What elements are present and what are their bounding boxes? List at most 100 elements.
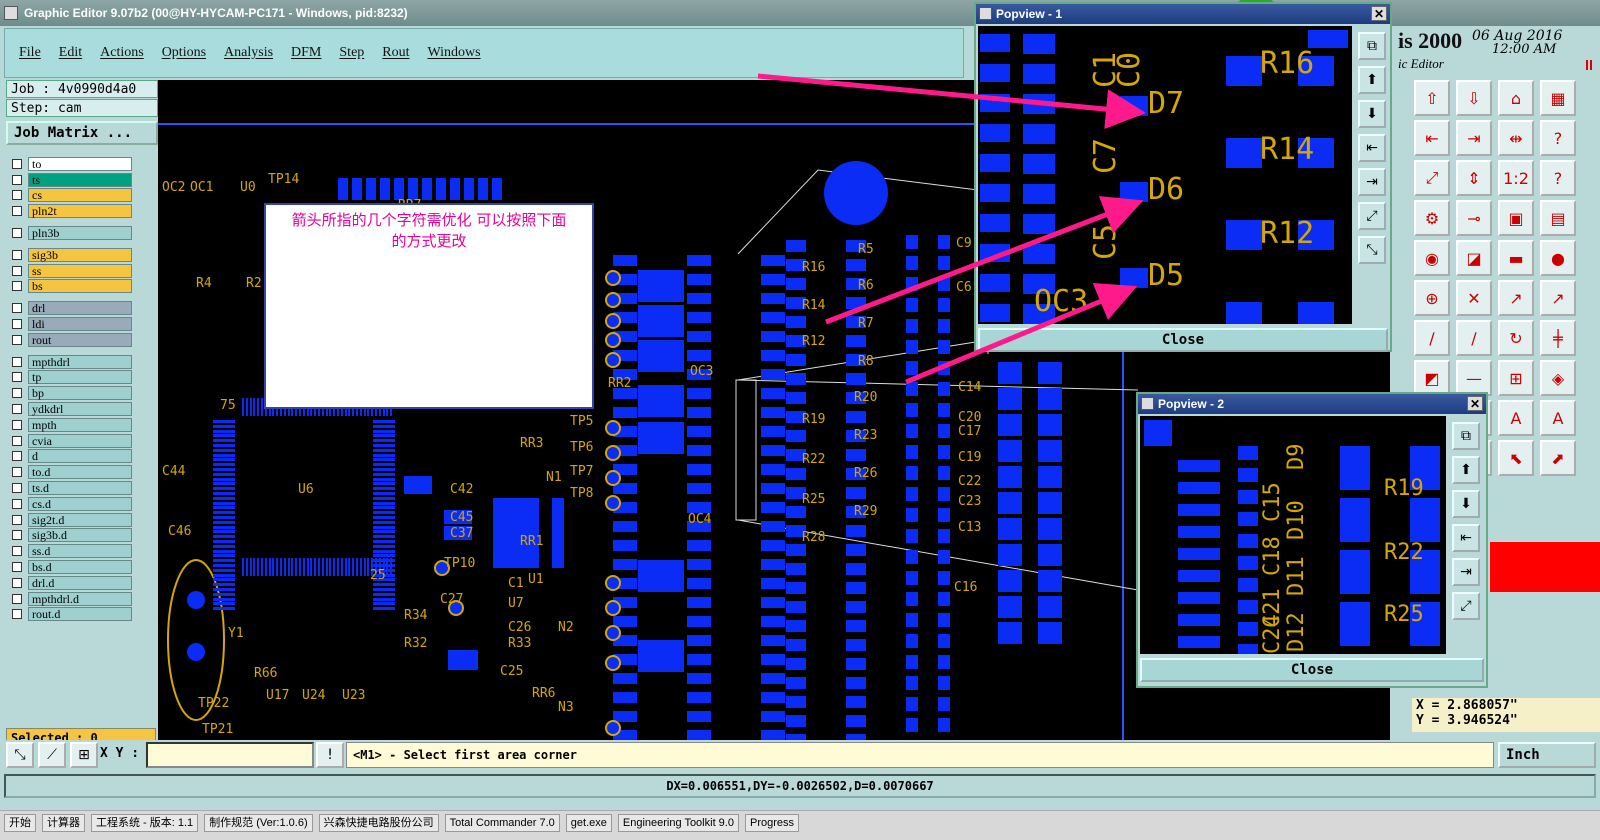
layer-row[interactable]: ts [10,172,132,188]
layer-row[interactable]: tp [10,370,132,386]
tool-icon[interactable]: ⊸ [1456,200,1492,236]
layer-row[interactable]: ss.d [10,543,132,559]
close-icon[interactable]: ✕ [1467,396,1483,411]
layer-row[interactable]: bp [10,385,132,401]
tool-icon[interactable]: ⌂ [1498,80,1534,116]
taskbar-item[interactable]: 工程系统 - 版本: 1.1 [91,814,199,832]
tool-icon[interactable]: ⇩ [1456,80,1492,116]
layer-checkbox[interactable] [12,530,22,541]
taskbar-item[interactable]: 计算器 [42,814,85,832]
layer-row[interactable]: rout [10,332,132,348]
layer-checkbox[interactable] [12,467,22,478]
tool-icon[interactable]: ◈ [1540,360,1576,396]
tool-icon[interactable]: ◩ [1414,360,1450,396]
tool-icon[interactable]: ⇧ [1414,80,1450,116]
layer-row[interactable]: pln3b [10,225,132,241]
tool-icon[interactable]: ▦ [1540,80,1576,116]
taskbar-item[interactable]: 兴森快捷电路股份公司 [318,814,439,832]
layer-checkbox[interactable] [12,404,22,415]
layer-checkbox[interactable] [12,174,22,185]
popview-tool-icon[interactable]: ⬇ [1452,490,1480,518]
tool-icon[interactable]: ▬ [1498,240,1534,276]
layer-checkbox[interactable] [12,609,22,620]
popview-tool-icon[interactable]: ⧉ [1358,32,1386,60]
tool-icon[interactable]: ◉ [1414,240,1450,276]
layer-row[interactable]: drl.d [10,575,132,591]
layer-checkbox[interactable] [12,435,22,446]
close-icon[interactable]: ✕ [1371,6,1387,21]
tool-icon[interactable]: ● [1540,240,1576,276]
layer-row[interactable]: drl [10,300,132,316]
layer-checkbox[interactable] [12,483,22,494]
layer-checkbox[interactable] [12,356,22,367]
tool-icon[interactable]: ∕ [1456,320,1492,356]
popview-tool-icon[interactable]: ⬇ [1358,100,1386,128]
layer-row[interactable]: cs.d [10,496,132,512]
popview-tool-icon[interactable]: ⇥ [1452,558,1480,586]
popview-tool-icon[interactable]: ⧉ [1452,422,1480,450]
layer-checkbox[interactable] [12,303,22,314]
tool-icon[interactable]: — [1456,360,1492,396]
layer-checkbox[interactable] [12,388,22,399]
layer-row[interactable]: cs [10,188,132,204]
tool-icon[interactable]: ◪ [1456,240,1492,276]
layer-checkbox[interactable] [12,546,22,557]
tool-icon[interactable]: ⤢ [1414,160,1450,196]
taskbar-item[interactable]: Total Commander 7.0 [444,814,560,832]
tool-icon[interactable]: ✕ [1456,280,1492,316]
layer-row[interactable]: to.d [10,464,132,480]
tool-icon[interactable]: ⊕ [1414,280,1450,316]
tool-icon[interactable]: ⚙ [1414,200,1450,236]
tool-icon[interactable]: ⊞ [1498,360,1534,396]
tool-icon[interactable]: ↗ [1540,280,1576,316]
tool-icon[interactable]: ↗ [1498,280,1534,316]
layer-checkbox[interactable] [12,319,22,330]
alert-icon[interactable]: ! [316,742,344,768]
popview-tool-icon[interactable]: ⤢ [1452,592,1480,620]
layer-checkbox[interactable] [12,593,22,604]
tool-icon[interactable]: A [1540,400,1576,436]
layer-checkbox[interactable] [12,562,22,573]
tool-icon[interactable]: ↻ [1498,320,1534,356]
zoom-fit-icon[interactable]: ⤡ [6,742,34,768]
menu-analysis[interactable]: Analysis [224,45,273,61]
tool-icon[interactable]: ⇹ [1498,120,1534,156]
tool-icon[interactable]: ╪ [1540,320,1576,356]
layer-row[interactable]: pln2t [10,203,132,219]
tool-icon[interactable]: ⇤ [1414,120,1450,156]
layer-row[interactable]: ldi [10,316,132,332]
popview-tool-icon[interactable]: ⬆ [1358,66,1386,94]
tool-icon[interactable]: ▤ [1540,200,1576,236]
layer-row[interactable]: sig3b.d [10,528,132,544]
tool-icon[interactable]: ⇕ [1456,160,1492,196]
popview-1-close-button[interactable]: Close [978,328,1388,352]
layer-row[interactable]: bs [10,279,132,295]
tool-icon[interactable]: ∕ [1414,320,1450,356]
layer-checkbox[interactable] [12,514,22,525]
layer-checkbox[interactable] [12,281,22,292]
taskbar-item[interactable]: 开始 [4,814,36,832]
taskbar-item[interactable]: Progress [744,814,800,832]
layer-row[interactable]: bs.d [10,559,132,575]
layer-row[interactable]: rout.d [10,607,132,623]
layer-checkbox[interactable] [12,206,22,217]
layer-checkbox[interactable] [12,158,22,169]
grid-icon[interactable]: ⊞ [70,742,98,768]
unit-selector[interactable]: Inch [1498,742,1596,768]
layer-row[interactable]: ts.d [10,480,132,496]
tool-icon[interactable]: ⇥ [1456,120,1492,156]
layer-row[interactable]: ydkdrl [10,401,132,417]
tool-icon[interactable]: ▣ [1498,200,1534,236]
layer-row[interactable]: mpthdrl.d [10,591,132,607]
tool-icon[interactable]: 1:2 [1498,160,1534,196]
layer-row[interactable]: mpthdrl [10,354,132,370]
popview-tool-icon[interactable]: ⇤ [1358,134,1386,162]
layer-checkbox[interactable] [12,372,22,383]
taskbar-item[interactable]: get.exe [565,814,612,832]
layer-row[interactable]: sig3b [10,247,132,263]
popview-2-close-button[interactable]: Close [1140,658,1484,682]
layer-row[interactable]: cvia [10,433,132,449]
layer-checkbox[interactable] [12,419,22,430]
tool-icon[interactable]: ? [1540,120,1576,156]
layer-checkbox[interactable] [12,228,22,239]
